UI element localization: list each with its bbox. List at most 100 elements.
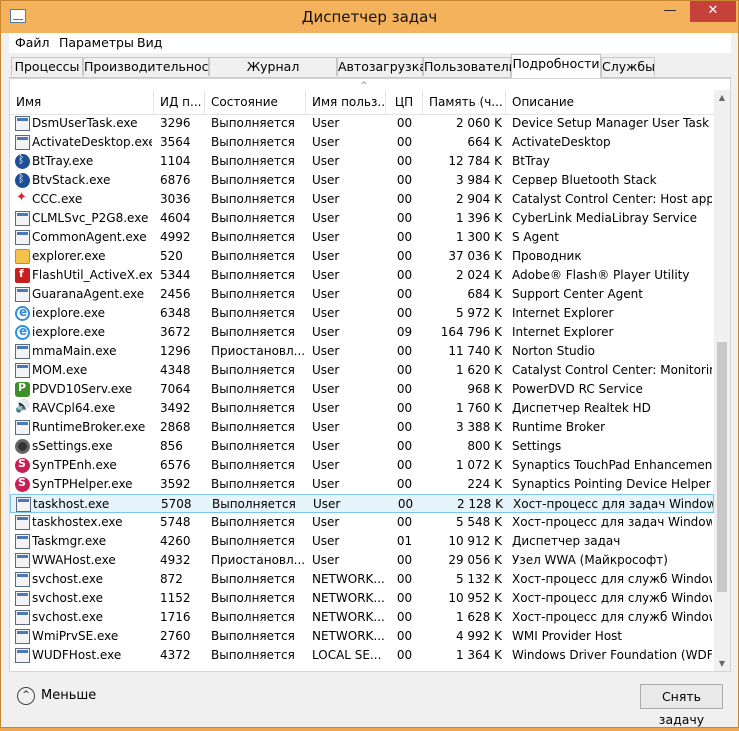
cell-image-name: FlashUtil_ActiveX.exe (32, 268, 152, 282)
cell-image-name: taskhostex.exe (32, 515, 123, 529)
scroll-up-icon[interactable]: ▲ (714, 90, 730, 106)
title-bar[interactable]: Диспетчер задач — ✕ (1, 1, 738, 33)
cell-status: Выполняется (211, 439, 295, 453)
process-row[interactable]: BtTray.exe 1104 Выполняется User 00 12 784 K B… (10, 152, 714, 171)
cell-user-name: User (313, 497, 341, 511)
cell-image-name: Taskmgr.exe (32, 534, 107, 548)
column-header-name[interactable]: Имя (10, 90, 154, 114)
column-header-description[interactable]: Описание (506, 90, 714, 114)
process-row[interactable]: taskhost.exe 5708 Выполняется User 00 2 128 K… (10, 494, 714, 513)
cell-pid: 5748 (160, 515, 191, 529)
process-row[interactable]: ActivateDesktop.exe 3564 Выполняется User 00… (10, 133, 714, 152)
process-row[interactable]: sSettings.exe 856 Выполняется User 00 800 K Se… (10, 437, 714, 456)
app-icon (15, 344, 30, 359)
process-row[interactable]: CLMLSvc_P2G8.exe 4604 Выполняется User 00 1 3… (10, 209, 714, 228)
cell-user-name: User (312, 344, 340, 358)
process-row[interactable]: WUDFHost.exe 4372 Выполняется LOCAL SE... 00… (10, 646, 714, 665)
cell-memory: 29 056 K (448, 553, 502, 567)
process-row[interactable]: CommonAgent.exe 4992 Выполняется User 00 1 30… (10, 228, 714, 247)
cell-cpu: 00 (396, 173, 413, 187)
tab-startup[interactable]: Автозагрузка (337, 57, 427, 76)
cell-cpu: 00 (396, 420, 413, 434)
cell-description: Хост-процесс для служб Windows (512, 610, 712, 624)
process-row[interactable]: iexplore.exe 3672 Выполняется User 09 164 796… (10, 323, 714, 342)
cell-cpu: 00 (396, 363, 413, 377)
cell-cpu: 00 (396, 401, 413, 415)
process-row[interactable]: RuntimeBroker.exe 2868 Выполняется User 00 3 … (10, 418, 714, 437)
cell-status: Выполняется (211, 515, 295, 529)
process-row[interactable]: taskhostex.exe 5748 Выполняется User 00 5 548… (10, 513, 714, 532)
process-row[interactable]: Taskmgr.exe 4260 Выполняется User 01 10 912 K… (10, 532, 714, 551)
process-row[interactable]: MOM.exe 4348 Выполняется User 00 1 620 K Catal… (10, 361, 714, 380)
tab-app-history[interactable]: Журнал приложений (209, 57, 337, 92)
cell-pid: 2868 (160, 420, 191, 434)
scrollbar-thumb[interactable] (717, 342, 727, 592)
cell-pid: 3036 (160, 192, 191, 206)
cell-image-name: CLMLSvc_P2G8.exe (32, 211, 149, 225)
cell-image-name: GuaranaAgent.exe (32, 287, 145, 301)
cell-status: Выполняется (211, 287, 295, 301)
cell-status: Выполняется (211, 572, 295, 586)
process-row[interactable]: iexplore.exe 6348 Выполняется User 00 5 972 K… (10, 304, 714, 323)
process-row[interactable]: svchost.exe 1716 Выполняется NETWORK... 00 1 … (10, 608, 714, 627)
cell-cpu: 00 (396, 306, 413, 320)
cell-memory: 10 912 K (448, 534, 502, 548)
cell-pid: 3592 (160, 477, 191, 491)
column-header-cpu[interactable]: ЦП (386, 90, 423, 114)
process-row[interactable]: SynTPEnh.exe 6576 Выполняется User 00 1 072 K… (10, 456, 714, 475)
process-row[interactable]: WmiPrvSE.exe 2760 Выполняется NETWORK... 00 4… (10, 627, 714, 646)
column-header-row: Имя ИД п... Состояние Имя польз... ЦП Па… (10, 90, 714, 115)
app-icon (15, 420, 30, 435)
app-icon (15, 572, 30, 587)
tab-services[interactable]: Службы (601, 57, 655, 76)
cell-pid: 4372 (160, 648, 191, 662)
cell-user-name: LOCAL SE... (312, 648, 382, 662)
process-row[interactable]: FlashUtil_ActiveX.exe 5344 Выполняется User… (10, 266, 714, 285)
cell-description: ActivateDesktop (512, 135, 611, 149)
vertical-scrollbar[interactable]: ▲ ▼ (714, 90, 730, 671)
process-row[interactable]: BtvStack.exe 6876 Выполняется User 00 3 984 K… (10, 171, 714, 190)
footer: ^ Меньше Снять задачу (9, 675, 731, 727)
minimize-button[interactable]: — (656, 1, 684, 22)
tab-users[interactable]: Пользователи (423, 57, 517, 76)
menu-file[interactable]: Файл (15, 35, 50, 50)
cell-image-name: MOM.exe (32, 363, 88, 377)
menu-view[interactable]: Вид (137, 35, 162, 50)
cell-image-name: SynTPEnh.exe (32, 458, 117, 472)
menu-options[interactable]: Параметры (59, 35, 134, 50)
tab-performance[interactable]: Производительность (83, 57, 223, 76)
process-row[interactable]: RAVCpl64.exe 3492 Выполняется User 00 1 760 K… (10, 399, 714, 418)
cell-status: Выполняется (211, 211, 295, 225)
cell-user-name: User (312, 439, 340, 453)
end-task-button[interactable]: Снять задачу (640, 684, 723, 727)
synaptics-icon (15, 457, 30, 473)
process-row[interactable]: svchost.exe 872 Выполняется NETWORK... 00 5 1… (10, 570, 714, 589)
process-row[interactable]: GuaranaAgent.exe 2456 Выполняется User 00 684… (10, 285, 714, 304)
internet-explorer-icon (15, 324, 30, 340)
cell-status: Выполняется (211, 230, 295, 244)
process-row[interactable]: CCC.exe 3036 Выполняется User 00 2 904 K Catal… (10, 190, 714, 209)
cell-user-name: User (312, 192, 340, 206)
process-row[interactable]: WWAHost.exe 4932 Приостановл... User 00 29 05… (10, 551, 714, 570)
cell-pid: 7064 (160, 382, 191, 396)
cell-cpu: 00 (396, 192, 413, 206)
cell-description: Synaptics TouchPad Enhancements (512, 458, 712, 472)
process-row[interactable]: svchost.exe 1152 Выполняется NETWORK... 00 10… (10, 589, 714, 608)
column-header-memory[interactable]: Память (ч... (423, 90, 506, 114)
cell-pid: 1296 (160, 344, 191, 358)
tab-details[interactable]: Подробности (511, 54, 601, 78)
process-row[interactable]: DsmUserTask.exe 3296 Выполняется User 00 2 06… (10, 114, 714, 133)
column-header-status[interactable]: Состояние (205, 90, 306, 114)
process-row[interactable]: SynTPHelper.exe 3592 Выполняется User 00 224 … (10, 475, 714, 494)
close-button[interactable]: ✕ (690, 1, 736, 22)
process-row[interactable]: PDVD10Serv.exe 7064 Выполняется User 00 968 K… (10, 380, 714, 399)
scroll-down-icon[interactable]: ▼ (714, 656, 730, 671)
process-row[interactable]: mmaMain.exe 1296 Приостановл... User 00 11 74… (10, 342, 714, 361)
cell-status: Выполняется (211, 192, 295, 206)
column-header-user[interactable]: Имя польз... (306, 90, 386, 114)
tab-processes[interactable]: Процессы (11, 57, 83, 76)
column-header-pid[interactable]: ИД п... (154, 90, 205, 114)
cell-cpu: 00 (396, 629, 413, 643)
process-row[interactable]: explorer.exe 520 Выполняется User 00 37 036 K… (10, 247, 714, 266)
fewer-details-button[interactable]: ^ Меньше (17, 685, 96, 707)
